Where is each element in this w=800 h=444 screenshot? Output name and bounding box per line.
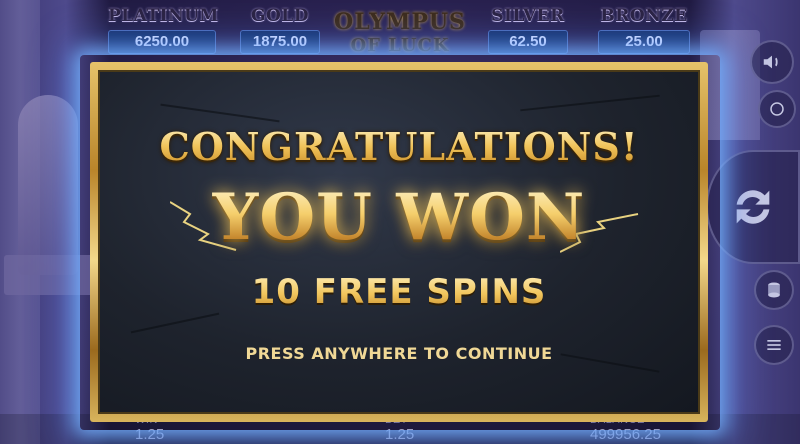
jackpot-silver: SILVER 62.50 (488, 6, 568, 54)
jackpot-platinum-name: PLATINUM (108, 6, 219, 26)
jackpot-platinum-value: 6250.00 (108, 30, 216, 54)
jackpot-gold-name: GOLD (250, 6, 310, 26)
game-logo-line1: OLYMPUS (334, 9, 466, 35)
modal-stone-panel[interactable]: CONGRATULATIONS! YOU WON 10 FREE SPINS P… (98, 70, 700, 414)
speaker-icon (763, 55, 778, 69)
turbo-icon (770, 102, 784, 116)
menu-button[interactable] (754, 325, 794, 365)
bet-coins-button[interactable] (754, 270, 794, 310)
jackpot-bronze-value: 25.00 (598, 30, 690, 54)
you-won-headline: YOU WON (100, 180, 698, 255)
spin-arrows-icon (736, 190, 770, 224)
zeus-statue (18, 95, 78, 275)
jackpot-gold: GOLD 1875.00 (240, 6, 320, 54)
jackpot-gold-value: 1875.00 (240, 30, 320, 54)
stone-crack (130, 312, 220, 334)
jackpot-silver-value: 62.50 (488, 30, 568, 54)
stone-crack (160, 103, 280, 123)
turbo-button[interactable] (758, 90, 796, 128)
stone-crack (520, 94, 660, 112)
spin-button[interactable] (706, 150, 800, 264)
coin-stack-icon (768, 282, 780, 298)
sound-button[interactable] (750, 40, 794, 84)
hamburger-menu-icon (767, 340, 781, 350)
jackpot-bronze-name: BRONZE (600, 6, 688, 26)
jackpot-silver-name: SILVER (491, 6, 565, 26)
jackpot-bar: PLATINUM 6250.00 GOLD 1875.00 OLYMPUS OF… (0, 6, 800, 58)
free-spins-prize: 10 FREE SPINS (100, 272, 698, 312)
win-modal[interactable]: CONGRATULATIONS! YOU WON 10 FREE SPINS P… (90, 62, 708, 422)
congratulations-heading: CONGRATULATIONS! (100, 124, 698, 169)
press-to-continue[interactable]: PRESS ANYWHERE TO CONTINUE (100, 344, 698, 363)
jackpot-bronze: BRONZE 25.00 (598, 6, 690, 54)
jackpot-platinum: PLATINUM 6250.00 (108, 6, 219, 54)
